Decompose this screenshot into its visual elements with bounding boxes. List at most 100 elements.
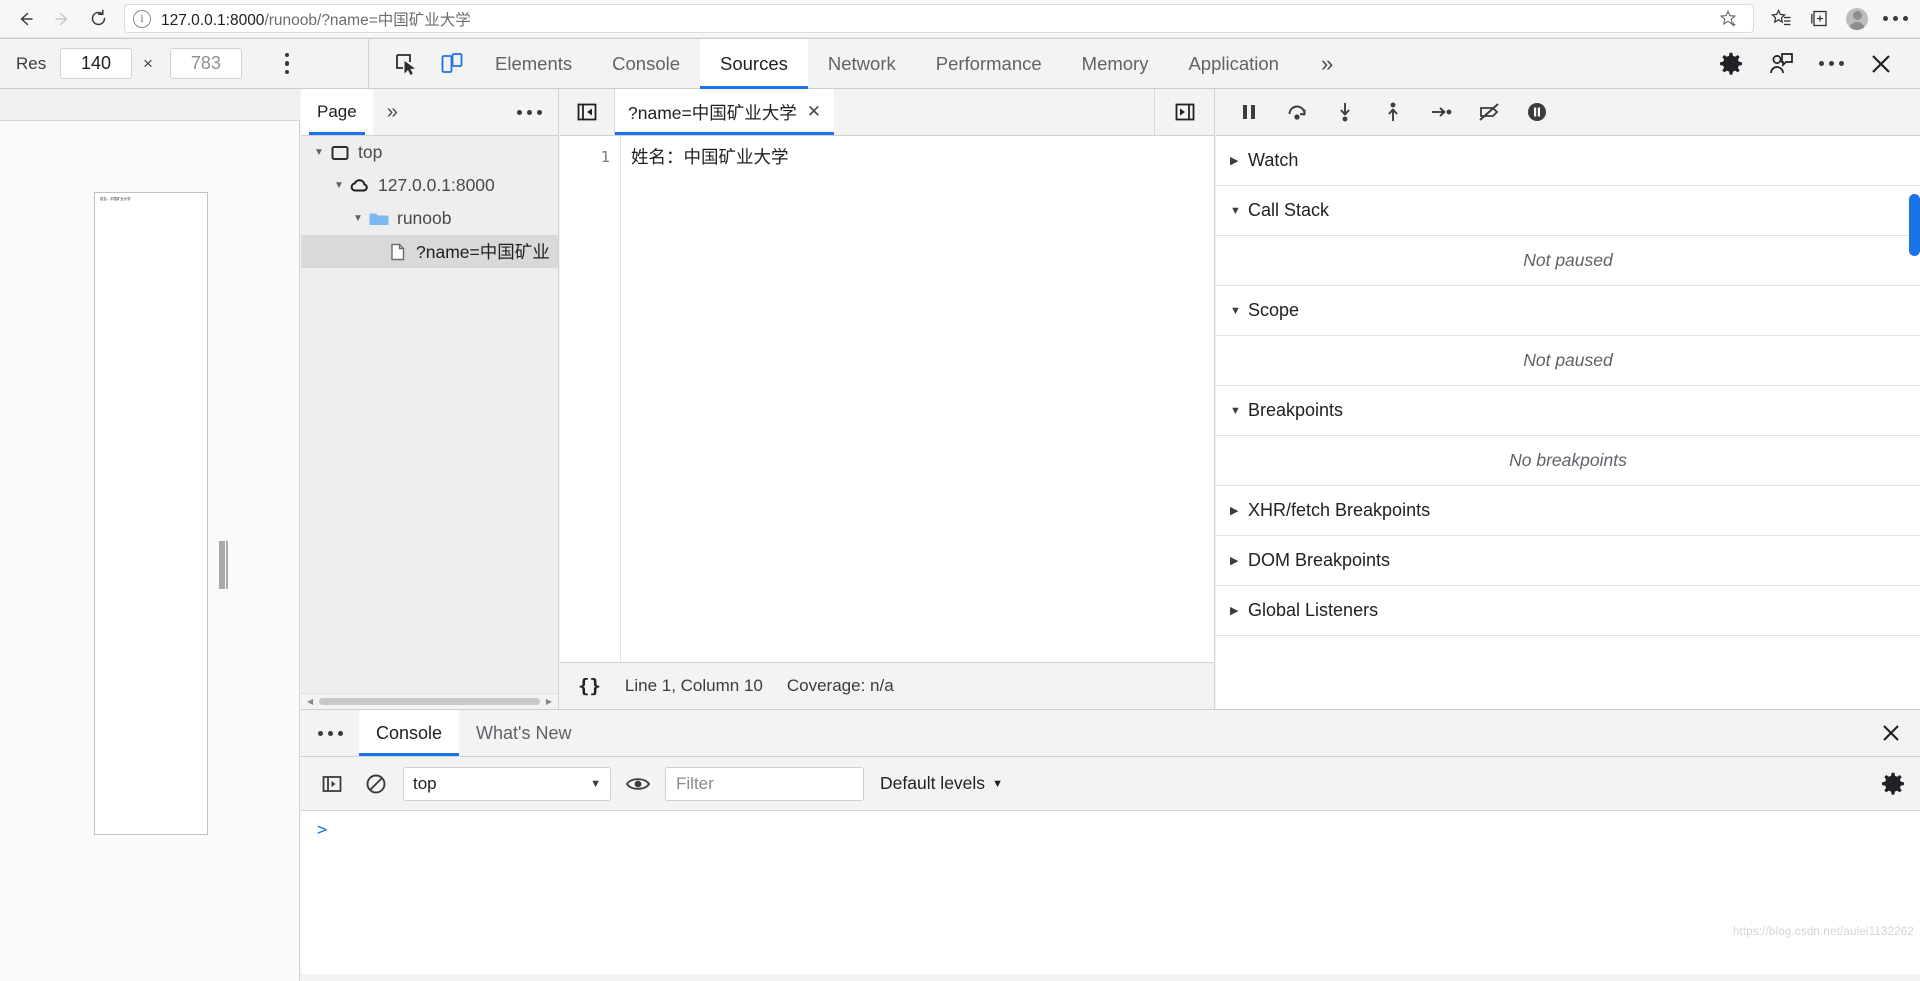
chevron-down-icon[interactable]: ▼ [590, 778, 601, 790]
chevron-down-icon[interactable]: ▼ [992, 778, 1003, 790]
editor-file-tab[interactable]: ?name=中国矿业大学 ✕ [615, 89, 834, 135]
live-expression-icon[interactable] [621, 767, 655, 801]
twisty-expanded-icon[interactable]: ▼ [1230, 305, 1248, 317]
twisty-expanded-icon[interactable]: ▼ [1230, 205, 1248, 217]
pause-icon[interactable] [1226, 89, 1272, 135]
twisty-expanded-icon[interactable]: ▼ [348, 213, 368, 224]
feedback-icon[interactable] [1756, 39, 1806, 89]
scrollbar-thumb[interactable] [319, 698, 540, 705]
step-icon[interactable] [1418, 89, 1464, 135]
navigator-tab-page[interactable]: Page [301, 89, 373, 135]
back-button[interactable] [8, 4, 44, 34]
code-content[interactable]: 姓名：中国矿业大学 [621, 136, 1214, 662]
folder-icon [368, 208, 390, 230]
collections-icon[interactable] [1800, 4, 1838, 34]
section-header-scope[interactable]: ▼ Scope [1216, 286, 1920, 336]
close-devtools-icon[interactable] [1856, 39, 1906, 89]
console-log-levels-label: Default levels [880, 773, 986, 793]
twisty-collapsed-icon[interactable]: ▶ [1230, 554, 1248, 567]
code-area[interactable]: 1 姓名：中国矿业大学 [560, 136, 1214, 662]
twisty-expanded-icon[interactable]: ▼ [329, 180, 349, 191]
drawer-bottom-edge [301, 974, 1920, 981]
pause-on-exceptions-icon[interactable] [1514, 89, 1560, 135]
profile-avatar-icon[interactable] [1838, 4, 1876, 34]
twisty-expanded-icon[interactable]: ▼ [1230, 405, 1248, 417]
tab-overflow-chevron-icon[interactable]: » [1299, 39, 1355, 89]
screenshot-root: i 127.0.0.1:8000/runoob/?name=中国矿业大学 Res… [0, 0, 1920, 981]
debugger-scrollbar-thumb[interactable] [1909, 194, 1920, 256]
inspect-element-icon[interactable] [383, 39, 429, 89]
tab-elements[interactable]: Elements [475, 39, 592, 89]
section-header-watch[interactable]: ▶ Watch [1216, 136, 1920, 186]
console-output[interactable]: > https://blog.csdn.net/aulei1132262 [301, 811, 1920, 981]
emulated-viewport[interactable]: 姓名：中国矿业大学 [94, 192, 208, 835]
console-sidebar-icon[interactable] [315, 767, 349, 801]
tree-item-label: top [358, 142, 383, 162]
twisty-collapsed-icon[interactable]: ▶ [1230, 604, 1248, 617]
scroll-left-arrow-icon[interactable]: ◀ [307, 697, 313, 706]
clear-console-icon[interactable] [359, 767, 393, 801]
url-text: 127.0.0.1:8000/runoob/?name=中国矿业大学 [161, 8, 471, 30]
console-settings-icon[interactable] [1880, 771, 1906, 797]
device-more-options-icon[interactable] [270, 52, 304, 75]
console-context-select[interactable]: top ▼ [403, 766, 611, 801]
section-header-call-stack[interactable]: ▼ Call Stack [1216, 186, 1920, 236]
section-header-breakpoints[interactable]: ▼ Breakpoints [1216, 386, 1920, 436]
tab-memory[interactable]: Memory [1062, 39, 1169, 89]
device-width-input[interactable]: 140 [60, 48, 132, 79]
site-info-icon[interactable]: i [133, 9, 151, 28]
drawer-tab-whats-new[interactable]: What's New [459, 710, 588, 756]
navigator-overflow-chevron-icon[interactable]: » [373, 89, 412, 135]
address-bar[interactable]: i 127.0.0.1:8000/runoob/?name=中国矿业大学 [124, 4, 1754, 33]
step-out-icon[interactable] [1370, 89, 1416, 135]
tab-network[interactable]: Network [808, 39, 916, 89]
viewport-resize-handle[interactable] [219, 541, 228, 589]
tree-item-file-selected[interactable]: ?name=中国矿业 [301, 235, 558, 268]
show-navigator-icon[interactable] [560, 89, 615, 135]
navigator-horizontal-scrollbar[interactable]: ◀ ▶ [301, 693, 558, 709]
twisty-expanded-icon[interactable]: ▼ [309, 147, 329, 158]
navigator-more-options-icon[interactable] [501, 89, 558, 135]
tab-console[interactable]: Console [592, 39, 700, 89]
editor-file-tab-label: ?name=中国矿业大学 [628, 102, 797, 123]
favorites-list-icon[interactable] [1762, 4, 1800, 34]
reload-button[interactable] [80, 4, 116, 34]
step-over-icon[interactable] [1274, 89, 1320, 135]
tree-item-top[interactable]: ▼ top [301, 136, 558, 169]
section-header-global-listeners[interactable]: ▶ Global Listeners [1216, 586, 1920, 636]
device-toolbar-icon[interactable] [429, 39, 475, 89]
twisty-collapsed-icon[interactable]: ▶ [1230, 154, 1248, 167]
section-header-xhr-breakpoints[interactable]: ▶ XHR/fetch Breakpoints [1216, 486, 1920, 536]
section-header-dom-breakpoints[interactable]: ▶ DOM Breakpoints [1216, 536, 1920, 586]
show-debugger-icon[interactable] [1154, 89, 1214, 135]
tab-sources[interactable]: Sources [700, 38, 808, 89]
more-options-icon[interactable] [1806, 39, 1856, 89]
scroll-right-arrow-icon[interactable]: ▶ [546, 697, 552, 706]
line-number: 1 [600, 148, 610, 166]
console-prompt[interactable]: > [301, 820, 1920, 840]
tab-performance[interactable]: Performance [916, 39, 1062, 89]
gear-icon[interactable] [1706, 39, 1756, 89]
drawer-more-tabs-icon[interactable] [301, 710, 359, 756]
tab-application[interactable]: Application [1168, 39, 1299, 89]
prompt-arrow-icon: > [317, 820, 328, 840]
editor-status-bar: {} Line 1, Column 10 Coverage: n/a [560, 662, 1214, 709]
tree-item-folder-runoob[interactable]: ▼ runoob [301, 202, 558, 235]
console-filter-input[interactable]: Filter [665, 766, 864, 801]
close-icon[interactable]: ✕ [807, 102, 821, 122]
drawer-tab-console[interactable]: Console [359, 710, 460, 756]
twisty-collapsed-icon[interactable]: ▶ [1230, 504, 1248, 517]
favorite-star-icon[interactable] [1713, 9, 1745, 29]
device-preset-label[interactable]: Res [16, 54, 54, 74]
close-drawer-icon[interactable] [1862, 710, 1920, 756]
tree-item-host[interactable]: ▼ 127.0.0.1:8000 [301, 169, 558, 202]
browser-toolbar: i 127.0.0.1:8000/runoob/?name=中国矿业大学 [0, 0, 1920, 38]
forward-button[interactable] [44, 4, 80, 34]
devtools-toolbar: Res 140 × 783 Elements Console Sources N… [0, 38, 1920, 89]
device-height-input[interactable]: 783 [169, 48, 242, 79]
browser-more-icon[interactable] [1876, 4, 1914, 34]
step-into-icon[interactable] [1322, 89, 1368, 135]
console-log-levels-select[interactable]: Default levels ▼ [880, 773, 1003, 794]
deactivate-breakpoints-icon[interactable] [1466, 89, 1512, 135]
pretty-print-icon[interactable]: {} [578, 675, 601, 697]
